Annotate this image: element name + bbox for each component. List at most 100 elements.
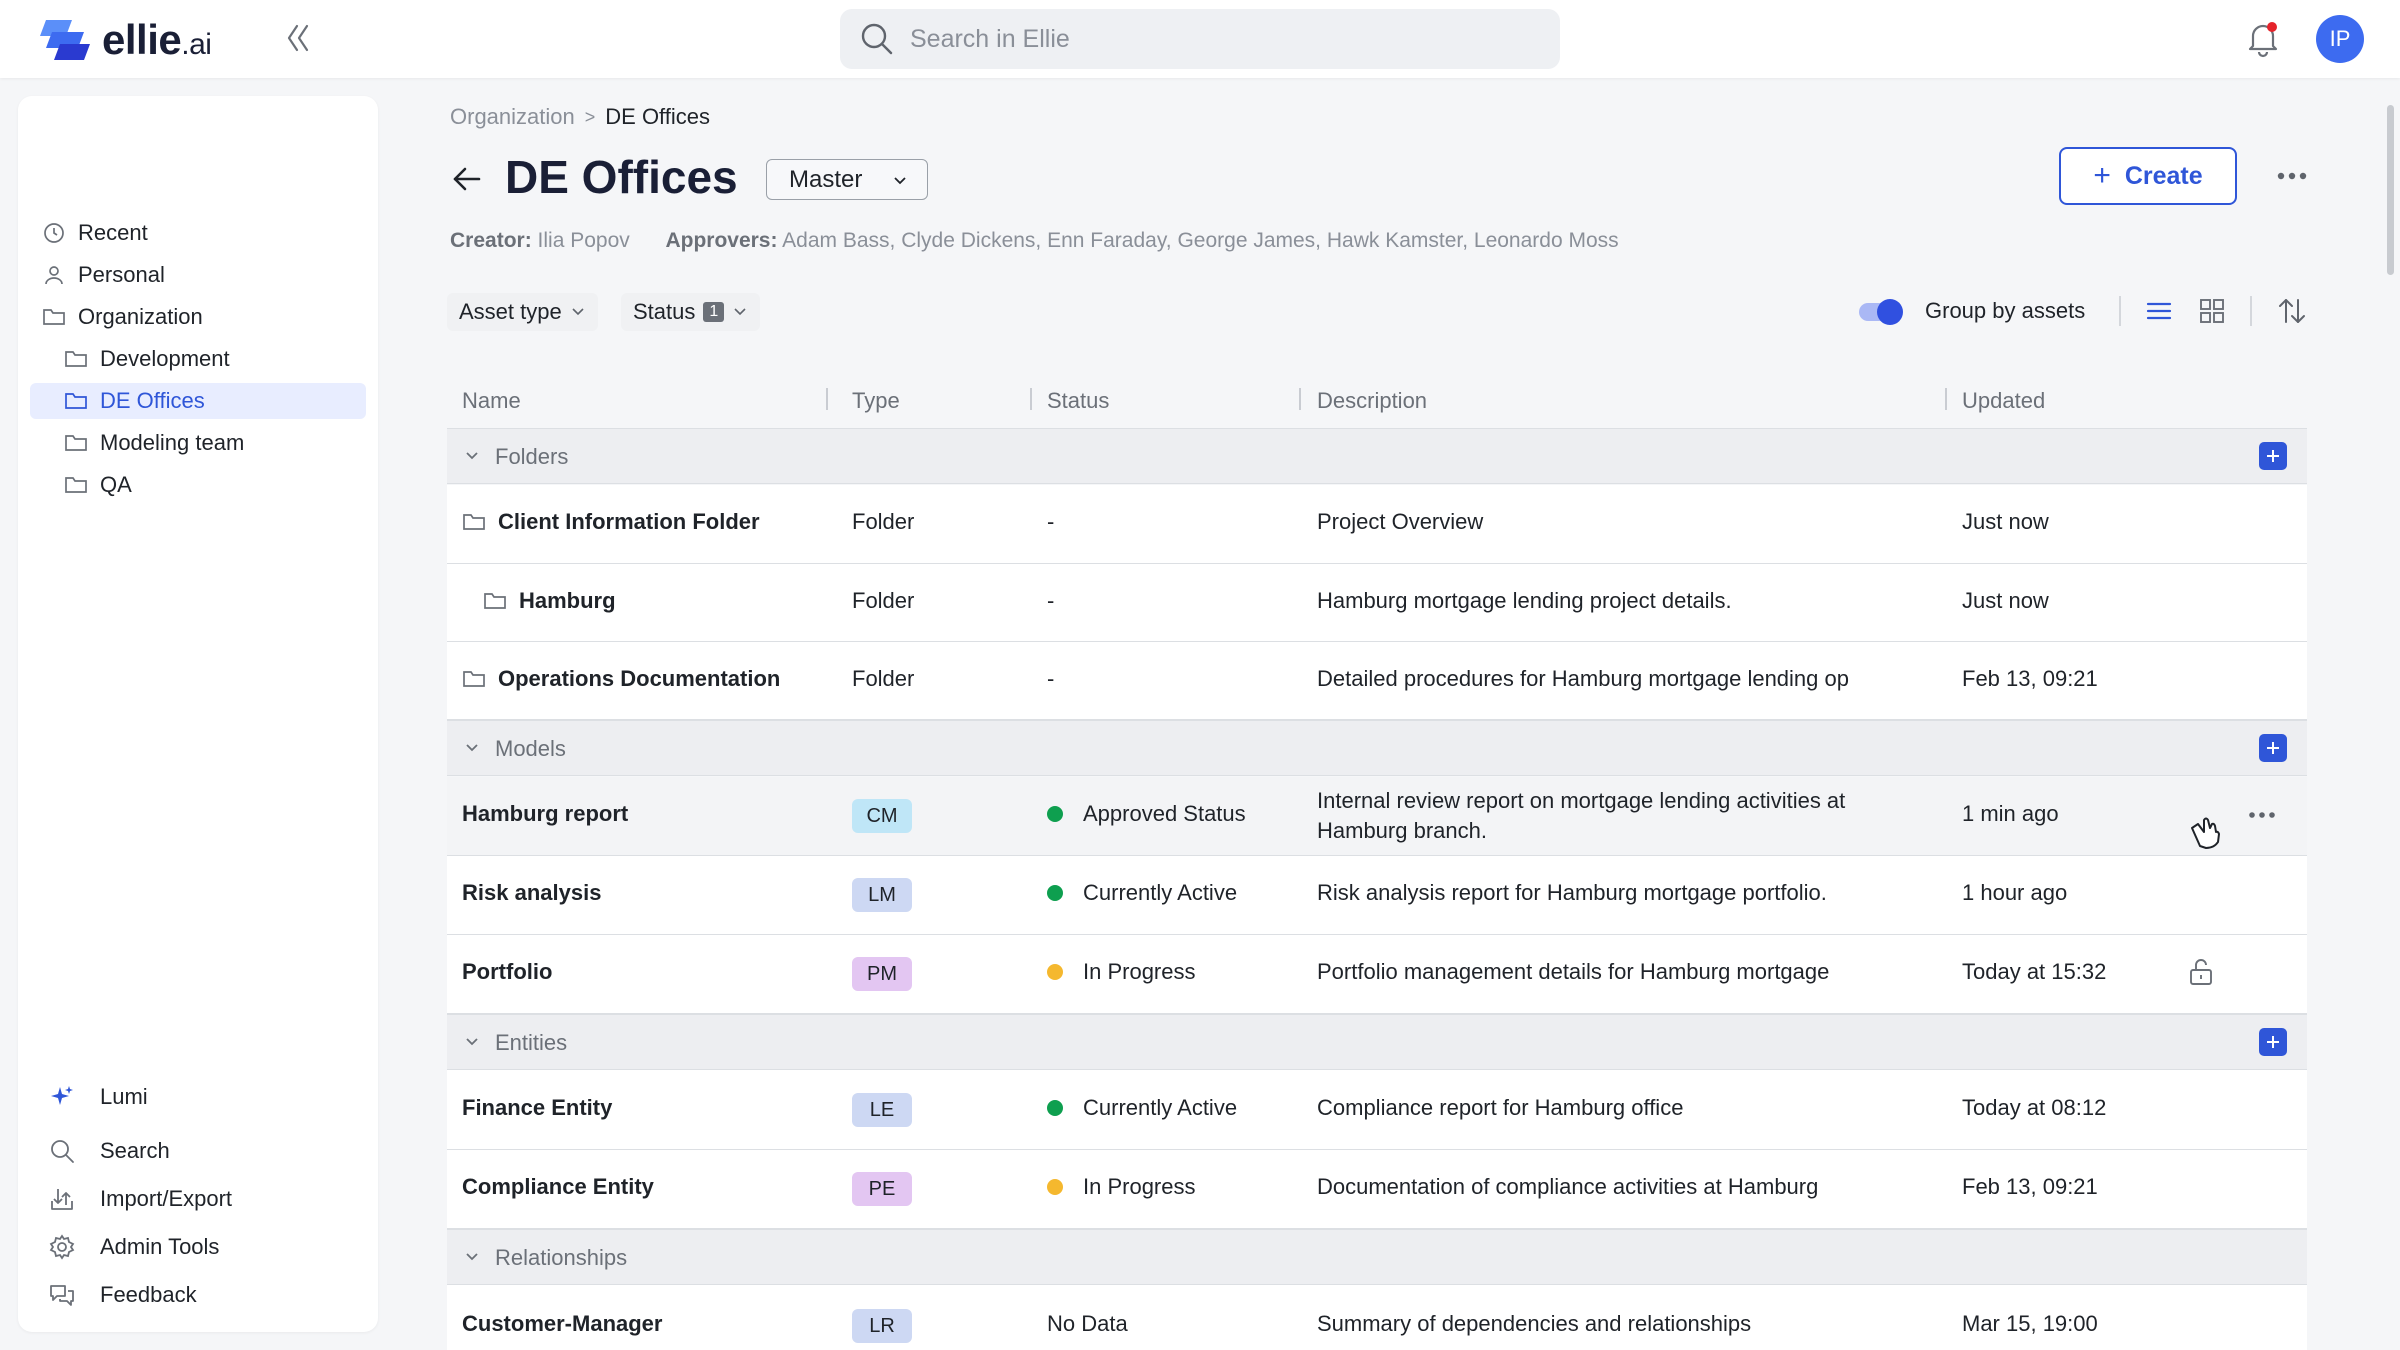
table-row[interactable]: Finance Entity LE Currently Active Compl…: [447, 1070, 2307, 1150]
create-button[interactable]: + Create: [2059, 147, 2237, 205]
column-resize-handle[interactable]: [1945, 388, 1947, 410]
filter-count-badge: 1: [703, 302, 725, 322]
sidebar-item-modeling-team[interactable]: Modeling team: [30, 425, 366, 461]
notification-dot: [2267, 22, 2277, 32]
status-dot: [1047, 1100, 1063, 1116]
top-bar: ellie.ai IP: [0, 0, 2400, 78]
branch-select[interactable]: Master: [766, 159, 928, 200]
search-input[interactable]: [910, 24, 1510, 54]
group-header-relationships[interactable]: Relationships: [447, 1229, 2307, 1285]
column-header-name[interactable]: Name: [462, 386, 521, 416]
row-more-options-icon[interactable]: [2247, 805, 2277, 825]
table-row[interactable]: Customer-Manager LR No Data Summary of d…: [447, 1285, 2307, 1350]
grid-view-icon[interactable]: [2197, 296, 2227, 326]
sidebar-item-development[interactable]: Development: [30, 341, 366, 377]
column-resize-handle[interactable]: [1299, 388, 1301, 410]
sidebar-item-lumi[interactable]: Lumi: [48, 1079, 148, 1115]
column-header-status[interactable]: Status: [1047, 386, 1109, 416]
sidebar-item-feedback[interactable]: Feedback: [48, 1277, 197, 1313]
folder-icon: [65, 351, 87, 367]
branch-select-value: Master: [789, 165, 863, 193]
user-avatar[interactable]: IP: [2316, 15, 2364, 63]
row-name[interactable]: Portfolio: [462, 959, 552, 985]
breadcrumb-root[interactable]: Organization: [450, 104, 575, 130]
table-row[interactable]: Risk analysis LM Currently Active Risk a…: [447, 856, 2307, 935]
row-description: Internal review report on mortgage lendi…: [1317, 788, 1846, 843]
relationship-type-chip: LR: [852, 1309, 912, 1343]
toolbar-divider: [2119, 296, 2121, 326]
table-row[interactable]: Hamburg Folder - Hamburg mortgage lendin…: [447, 564, 2307, 642]
unlock-icon[interactable]: [2187, 957, 2215, 987]
column-header-description[interactable]: Description: [1317, 386, 1427, 416]
row-status: Currently Active: [1047, 880, 1237, 906]
status-text: In Progress: [1083, 959, 1196, 984]
row-name[interactable]: Finance Entity: [462, 1095, 612, 1121]
plus-icon: [2267, 742, 2279, 754]
sidebar-item-organization[interactable]: Organization: [30, 299, 366, 335]
add-folder-button[interactable]: [2259, 442, 2287, 470]
creator-name: Ilia Popov: [537, 229, 630, 252]
sidebar: Recent Personal Organization Development…: [18, 96, 378, 1332]
sparkle-icon: [51, 1086, 73, 1105]
row-status: In Progress: [1047, 1174, 1196, 1200]
page-scrollbar[interactable]: [2387, 105, 2394, 275]
add-model-button[interactable]: [2259, 734, 2287, 762]
sidebar-item-import-export[interactable]: Import/Export: [48, 1181, 232, 1217]
status-filter[interactable]: Status 1: [621, 293, 761, 331]
column-resize-handle[interactable]: [1030, 388, 1032, 410]
row-name[interactable]: Client Information Folder: [462, 509, 760, 535]
table-row[interactable]: Client Information Folder Folder - Proje…: [447, 485, 2307, 564]
sort-icon[interactable]: [2277, 296, 2307, 326]
group-header-folders[interactable]: Folders: [447, 428, 2307, 484]
table-row[interactable]: Portfolio PM In Progress Portfolio manag…: [447, 935, 2307, 1014]
model-type-chip: LM: [852, 878, 912, 912]
row-name[interactable]: Risk analysis: [462, 880, 601, 906]
group-header-entities[interactable]: Entities: [447, 1014, 2307, 1070]
row-name[interactable]: Hamburg report: [462, 801, 628, 827]
chevron-down-icon: [466, 452, 478, 460]
row-status: Approved Status: [1047, 801, 1246, 827]
column-resize-handle[interactable]: [826, 388, 828, 410]
chevron-down-icon: [894, 177, 906, 185]
add-entity-button[interactable]: [2259, 1028, 2287, 1056]
table-row[interactable]: Hamburg report CM Approved Status Intern…: [447, 777, 2307, 856]
group-label: Folders: [495, 444, 569, 469]
group-header-models[interactable]: Models: [447, 720, 2307, 776]
folder-icon: [43, 309, 65, 325]
row-name-text: Hamburg: [519, 588, 616, 613]
search-icon: [51, 1140, 74, 1163]
table-row[interactable]: Compliance Entity PE In Progress Documen…: [447, 1150, 2307, 1229]
row-description: Risk analysis report for Hamburg mortgag…: [1317, 880, 1827, 905]
row-name[interactable]: Compliance Entity: [462, 1174, 654, 1200]
sidebar-item-admin-tools[interactable]: Admin Tools: [48, 1229, 219, 1265]
row-name[interactable]: Operations Documentation: [462, 666, 780, 692]
folder-icon: [463, 671, 485, 687]
sidebar-item-label: Recent: [78, 220, 148, 245]
table-row[interactable]: Operations Documentation Folder - Detail…: [447, 642, 2307, 720]
column-header-type[interactable]: Type: [852, 386, 900, 416]
app-logo[interactable]: ellie.ai: [38, 16, 212, 64]
sidebar-item-search[interactable]: Search: [48, 1133, 170, 1169]
group-by-assets-toggle[interactable]: [1859, 297, 1903, 325]
notifications-bell-icon[interactable]: [2243, 18, 2283, 58]
sidebar-item-qa[interactable]: QA: [30, 467, 366, 503]
global-search[interactable]: [840, 9, 1560, 69]
row-name[interactable]: Hamburg: [483, 588, 616, 614]
sidebar-item-de-offices[interactable]: DE Offices: [30, 383, 366, 419]
asset-type-filter[interactable]: Asset type: [447, 293, 598, 331]
sidebar-item-label: Feedback: [100, 1282, 197, 1307]
column-header-updated[interactable]: Updated: [1962, 386, 2045, 416]
list-view-icon[interactable]: [2144, 296, 2174, 326]
group-label: Entities: [495, 1030, 568, 1055]
row-updated: Feb 13, 09:21: [1962, 666, 2098, 691]
status-text: Currently Active: [1083, 1095, 1238, 1120]
sidebar-item-recent[interactable]: Recent: [30, 215, 366, 251]
page-more-options-icon[interactable]: [2274, 160, 2310, 192]
back-arrow-icon[interactable]: [450, 162, 484, 196]
breadcrumb-current: DE Offices: [605, 104, 711, 129]
sidebar-item-personal[interactable]: Personal: [30, 257, 366, 293]
sidebar-item-label: DE Offices: [100, 388, 205, 413]
chevron-down-icon: [466, 1253, 478, 1261]
row-name[interactable]: Customer-Manager: [462, 1311, 662, 1337]
collapse-sidebar-icon[interactable]: [280, 20, 316, 56]
